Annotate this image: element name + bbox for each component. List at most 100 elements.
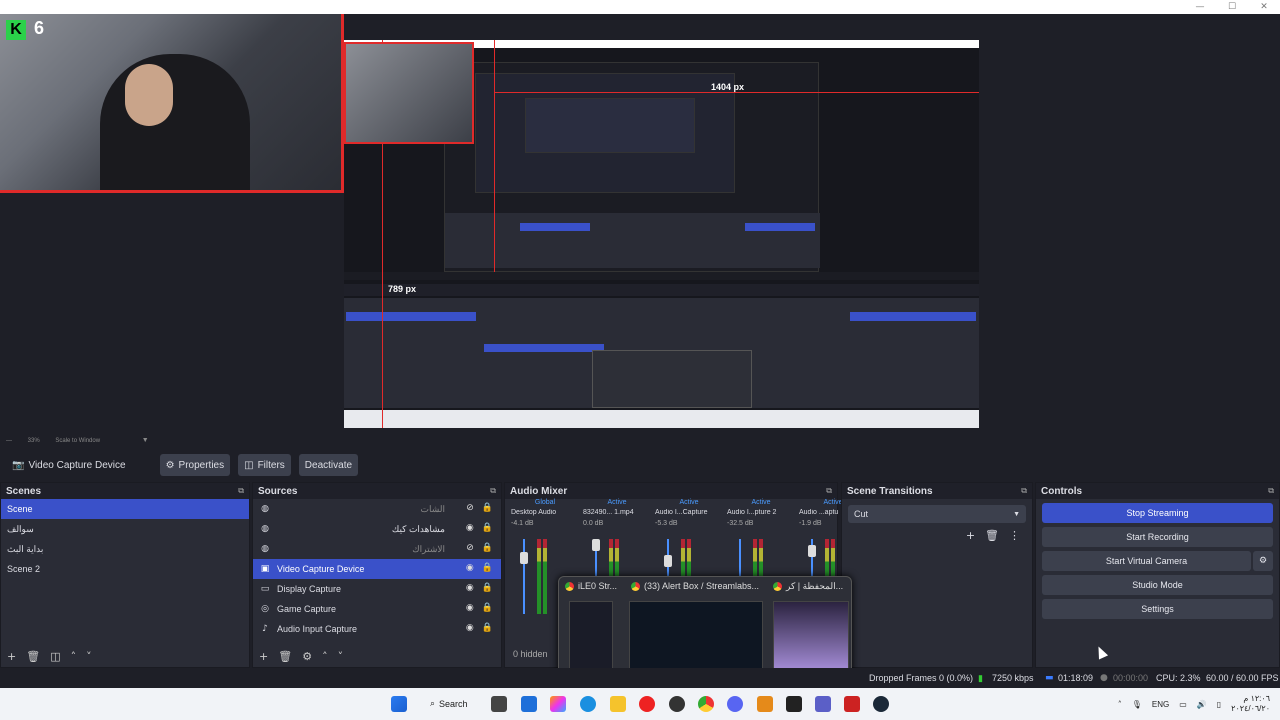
transition-select[interactable]: Cut ▼ — [848, 505, 1026, 523]
discord-icon[interactable] — [727, 696, 743, 712]
filters-button[interactable]: ◫ Filters — [238, 454, 291, 476]
eye-off-icon[interactable]: ⊘ — [466, 503, 474, 513]
deactivate-button[interactable]: Deactivate — [298, 454, 359, 476]
channel-name: Desktop Audio — [511, 509, 557, 516]
language-indicator[interactable]: ENG — [1152, 700, 1169, 709]
scale-select[interactable]: Scale to Window — [55, 438, 100, 444]
lock-icon[interactable]: 🔒 — [482, 523, 493, 533]
start-recording-button[interactable]: Start Recording — [1042, 527, 1273, 547]
source-item[interactable]: ▣ Video Capture Device ◉ 🔒 — [253, 559, 501, 579]
taskbar-search[interactable]: ⌕ Search — [424, 694, 476, 714]
windows-start-icon[interactable] — [391, 696, 407, 712]
gear-icon[interactable]: ⚙ — [1253, 551, 1273, 571]
close-icon[interactable]: ✕ — [1248, 0, 1280, 14]
volume-fader[interactable] — [523, 539, 525, 614]
maximize-icon[interactable]: ☐ — [1216, 0, 1248, 14]
source-item[interactable]: ▭ Display Capture ◉ 🔒 — [253, 579, 501, 599]
filter-icon[interactable]: ◫ — [50, 650, 60, 663]
minimize-icon[interactable]: — — [1184, 0, 1216, 14]
camera-icon: ▣ — [260, 564, 270, 574]
chevron-up-icon[interactable]: ˄ — [322, 650, 328, 663]
add-icon[interactable]: + — [259, 650, 268, 663]
scene-item[interactable]: بداية البث — [1, 539, 249, 559]
eye-icon[interactable]: ◉ — [466, 563, 474, 573]
lock-icon[interactable]: 🔒 — [482, 503, 493, 513]
scene-item[interactable]: Scene — [1, 499, 249, 519]
source-item[interactable]: ◍ الشات ⊘ 🔒 — [253, 499, 501, 519]
scene-item[interactable]: سوالف — [1, 519, 249, 539]
studio-mode-button[interactable]: Studio Mode — [1042, 575, 1273, 595]
fader-knob[interactable] — [664, 554, 672, 567]
steam-icon[interactable] — [873, 696, 889, 712]
more-icon[interactable]: ⋮ — [1009, 529, 1020, 542]
preview-thumbnail[interactable] — [629, 601, 763, 671]
chevron-down-icon[interactable]: ˅ — [86, 650, 92, 663]
lock-icon[interactable]: 🔒 — [482, 543, 493, 553]
zoom-out-icon[interactable]: — — [6, 438, 12, 444]
undock-icon[interactable]: ⧉ — [490, 486, 496, 496]
clock[interactable]: ١٢:٠٦ م ٢٠٢٤/٠٦/٢٠ — [1231, 694, 1270, 714]
properties-button[interactable]: ⚙ Properties — [159, 454, 231, 476]
scene-item[interactable]: Scene 2 — [1, 559, 249, 579]
trash-icon[interactable]: 🗑 — [278, 650, 292, 663]
chrome-icon[interactable] — [698, 696, 714, 712]
settings-button[interactable]: Settings — [1042, 599, 1273, 619]
program-preview[interactable]: 1404 px 789 px — [344, 40, 979, 428]
lock-icon[interactable]: 🔒 — [482, 563, 493, 573]
network-icon[interactable]: ▭ — [1179, 700, 1187, 709]
chevron-up-icon[interactable]: ˄ — [71, 650, 77, 663]
lock-icon[interactable]: 🔒 — [482, 603, 493, 613]
trash-icon[interactable]: 🗑 — [985, 529, 999, 542]
copilot-icon[interactable] — [550, 696, 566, 712]
chevron-down-icon[interactable]: ˅ — [338, 650, 344, 663]
undock-icon[interactable]: ⧉ — [826, 486, 832, 496]
chevron-up-icon[interactable]: ˄ — [1118, 700, 1122, 709]
preview-tab[interactable]: iLE0 Str... — [565, 581, 617, 591]
teams-icon[interactable] — [815, 696, 831, 712]
trash-icon[interactable]: 🗑 — [26, 650, 40, 663]
undock-icon[interactable]: ⧉ — [238, 486, 244, 496]
store-icon[interactable] — [521, 696, 537, 712]
chevron-down-icon[interactable]: ▼ — [142, 437, 149, 444]
add-icon[interactable]: + — [7, 650, 16, 663]
volume-icon[interactable]: 🔊 — [1197, 700, 1207, 709]
fader-knob[interactable] — [520, 551, 528, 564]
properties-label: Properties — [178, 459, 225, 471]
source-item[interactable]: ◍ الاشتراك ⊘ 🔒 — [253, 539, 501, 559]
preview-tab[interactable]: المحفظة | كر... — [773, 581, 843, 592]
battery-icon[interactable]: ▯ — [1217, 700, 1221, 709]
opera-icon[interactable] — [639, 696, 655, 712]
eye-off-icon[interactable]: ⊘ — [466, 543, 474, 553]
app-icon[interactable] — [844, 696, 860, 712]
epic-games-icon[interactable] — [786, 696, 802, 712]
scenes-dock: Scenes ⧉ Scene سوالف بداية البث Scene 2 +… — [0, 482, 250, 668]
gear-icon[interactable]: ⚙ — [302, 650, 312, 663]
source-name: Video Capture Device — [28, 459, 126, 471]
stop-streaming-button[interactable]: Stop Streaming — [1042, 503, 1273, 523]
source-item[interactable]: ◎ Game Capture ◉ 🔒 — [253, 599, 501, 619]
eye-icon[interactable]: ◉ — [466, 583, 474, 593]
preview-thumbnail[interactable] — [773, 601, 849, 671]
obs-icon[interactable] — [669, 696, 685, 712]
start-virtual-camera-button[interactable]: Start Virtual Camera — [1042, 551, 1251, 571]
lock-icon[interactable]: 🔒 — [482, 583, 493, 593]
preview-tab[interactable]: (33) Alert Box / Streamlabs... — [631, 581, 759, 591]
source-item[interactable]: ◍ مشاهدات كيك ◉ 🔒 — [253, 519, 501, 539]
eye-icon[interactable]: ◉ — [466, 603, 474, 613]
chrome-icon — [631, 581, 640, 591]
task-view-icon[interactable] — [491, 696, 507, 712]
preview-thumbnail[interactable] — [569, 601, 613, 671]
fader-knob[interactable] — [592, 539, 600, 551]
edge-icon[interactable] — [580, 696, 596, 712]
file-explorer-icon[interactable] — [610, 696, 626, 712]
eye-icon[interactable]: ◉ — [466, 523, 474, 533]
source-item[interactable]: ♪ Audio Input Capture ◉ 🔒 — [253, 619, 501, 639]
undock-icon[interactable]: ⧉ — [1268, 486, 1274, 496]
app-icon[interactable] — [757, 696, 773, 712]
microphone-icon[interactable]: 🎙 — [1132, 700, 1142, 709]
fader-knob[interactable] — [808, 545, 816, 558]
undock-icon[interactable]: ⧉ — [1021, 486, 1027, 496]
lock-icon[interactable]: 🔒 — [482, 623, 493, 633]
add-icon[interactable]: + — [966, 529, 975, 542]
eye-icon[interactable]: ◉ — [466, 623, 474, 633]
